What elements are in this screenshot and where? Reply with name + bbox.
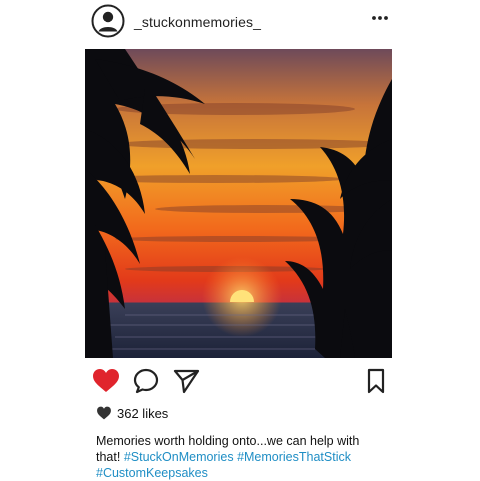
post-caption: Memories worth holding onto...we can hel…: [96, 433, 386, 481]
hashtag-link[interactable]: #StuckOnMemories: [124, 450, 234, 464]
action-bar: [0, 366, 480, 398]
hashtag-link[interactable]: #MemoriesThatStick: [237, 450, 351, 464]
post-header: _stuckonmemories_: [0, 0, 480, 44]
more-options-icon: [372, 16, 388, 20]
user-circle-icon: [91, 4, 125, 38]
post-image[interactable]: [85, 49, 392, 358]
comment-button[interactable]: [131, 366, 161, 396]
likes-row[interactable]: 362 likes: [96, 404, 168, 422]
share-button[interactable]: [171, 366, 201, 396]
like-button[interactable]: [91, 366, 121, 396]
send-icon: [173, 369, 200, 394]
bookmark-icon: [367, 368, 385, 394]
heart-filled-icon: [93, 369, 119, 392]
more-options-button[interactable]: [370, 10, 390, 26]
avatar[interactable]: [91, 4, 125, 38]
likes-count[interactable]: 362 likes: [117, 406, 168, 421]
heart-small-icon: [97, 406, 111, 420]
save-button[interactable]: [361, 366, 391, 396]
hashtag-link[interactable]: #CustomKeepsakes: [96, 466, 208, 480]
comment-icon: [133, 368, 159, 394]
username[interactable]: _stuckonmemories_: [134, 14, 261, 30]
